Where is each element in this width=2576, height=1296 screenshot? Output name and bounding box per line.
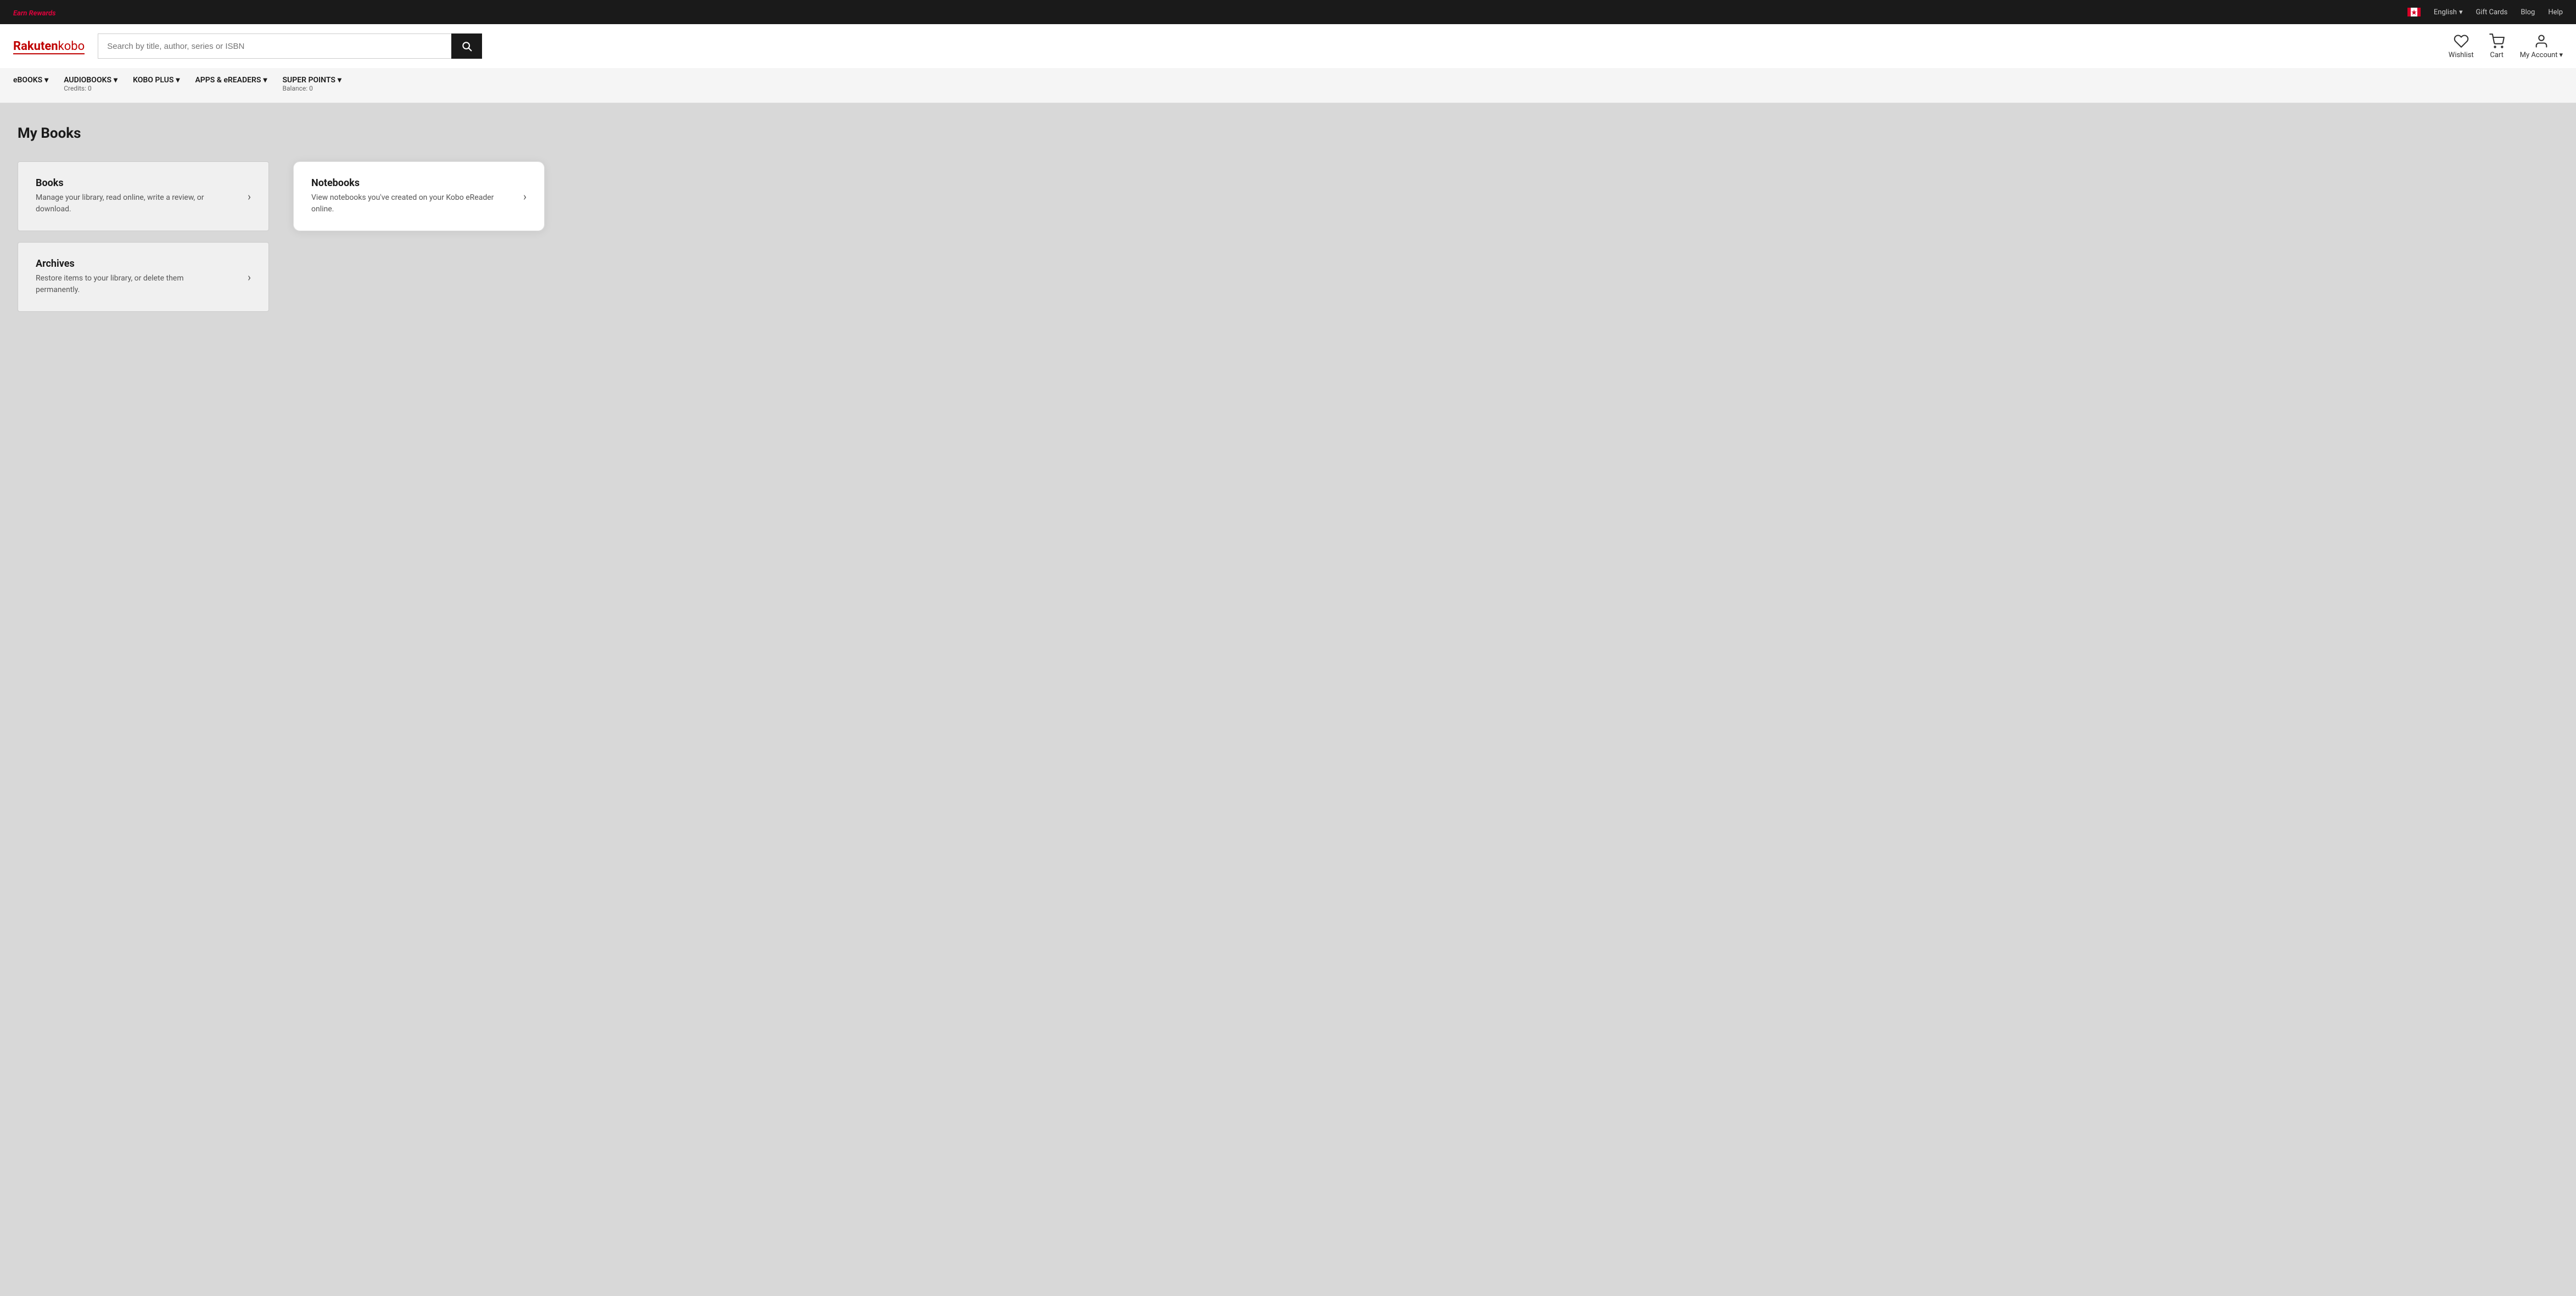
books-title: Books xyxy=(36,177,222,189)
cart-button[interactable]: Cart xyxy=(2489,33,2505,59)
main-content: My Books Books Manage your library, read… xyxy=(0,103,2576,1296)
gift-cards-link[interactable]: Gift Cards xyxy=(2476,8,2508,16)
archives-description: Restore items to your library, or delete… xyxy=(36,273,222,296)
logo-kobo-text: kobo xyxy=(58,40,85,53)
notebooks-card[interactable]: Notebooks View notebooks you've created … xyxy=(293,161,545,231)
chevron-down-icon: ▾ xyxy=(263,76,267,85)
help-link[interactable]: Help xyxy=(2548,8,2563,16)
top-bar-left: Earn Rewards xyxy=(13,7,56,18)
notebooks-description: View notebooks you've created on your Ko… xyxy=(311,192,498,215)
nav-apps-ereaders[interactable]: APPS & eREADERS ▾ xyxy=(195,68,278,90)
search-input[interactable] xyxy=(98,33,451,59)
page-title: My Books xyxy=(18,125,2558,142)
super-points-balance: Balance: 0 xyxy=(283,85,313,92)
nav-super-points[interactable]: SUPER POINTS ▾ Balance: 0 xyxy=(283,68,352,98)
books-description: Manage your library, read online, write … xyxy=(36,192,222,215)
header-actions: Wishlist Cart My Account ▾ xyxy=(2449,33,2563,59)
flag-canada xyxy=(2407,8,2421,16)
account-button[interactable]: My Account ▾ xyxy=(2520,33,2563,59)
search-bar xyxy=(98,33,482,59)
top-bar: Earn Rewards English ▾ Gift Cards Blog H… xyxy=(0,0,2576,24)
search-button[interactable] xyxy=(451,33,482,59)
audiobooks-credits: Credits: 0 xyxy=(64,85,92,92)
heart-icon xyxy=(2454,33,2469,49)
archives-card[interactable]: Archives Restore items to your library, … xyxy=(18,242,269,312)
books-arrow-icon: › xyxy=(248,190,251,203)
nav-bar: eBOOKS ▾ AUDIOBOOKS ▾ Credits: 0 KOBO PL… xyxy=(0,68,2576,103)
notebooks-arrow-icon: › xyxy=(523,190,527,203)
search-icon xyxy=(461,41,472,52)
top-bar-right: English ▾ Gift Cards Blog Help xyxy=(2407,8,2563,16)
main-header: Rakuten kobo Wishlist Cart xyxy=(0,24,2576,68)
books-card[interactable]: Books Manage your library, read online, … xyxy=(18,161,269,231)
chevron-down-icon: ▾ xyxy=(44,76,48,85)
account-icon xyxy=(2534,33,2549,49)
archives-arrow-icon: › xyxy=(248,271,251,284)
logo[interactable]: Rakuten kobo xyxy=(13,40,85,53)
left-column: Books Manage your library, read online, … xyxy=(18,161,280,323)
logo-rakuten-text: Rakuten xyxy=(13,40,58,53)
wishlist-button[interactable]: Wishlist xyxy=(2449,33,2474,59)
chevron-down-icon: ▾ xyxy=(176,76,180,85)
chevron-down-icon: ▾ xyxy=(2459,8,2463,16)
notebooks-title: Notebooks xyxy=(311,177,498,189)
nav-kobo-plus[interactable]: KOBO PLUS ▾ xyxy=(133,68,191,90)
blog-link[interactable]: Blog xyxy=(2521,8,2535,16)
earn-rewards-link[interactable]: Earn Rewards xyxy=(13,9,56,18)
account-label: My Account ▾ xyxy=(2520,51,2563,59)
archives-title: Archives xyxy=(36,258,222,270)
right-column: Notebooks View notebooks you've created … xyxy=(293,161,545,242)
nav-audiobooks[interactable]: AUDIOBOOKS ▾ Credits: 0 xyxy=(64,68,128,98)
chevron-down-icon: ▾ xyxy=(2559,51,2563,59)
nav-ebooks[interactable]: eBOOKS ▾ xyxy=(13,68,59,90)
chevron-down-icon: ▾ xyxy=(114,76,117,85)
wishlist-label: Wishlist xyxy=(2449,51,2474,59)
chevron-down-icon: ▾ xyxy=(338,76,341,85)
cart-icon xyxy=(2489,33,2505,49)
cart-label: Cart xyxy=(2490,51,2504,59)
language-selector[interactable]: English ▾ xyxy=(2434,8,2463,16)
